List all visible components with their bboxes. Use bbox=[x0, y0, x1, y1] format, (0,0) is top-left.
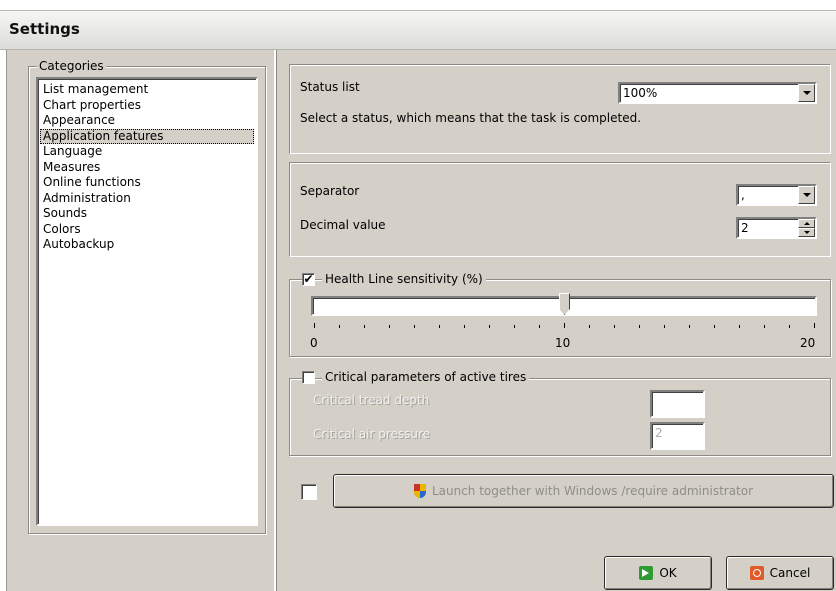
separator-value: , bbox=[741, 188, 745, 202]
chevron-down-icon bbox=[802, 193, 811, 197]
settings-window: Settings Categories List management Chart… bbox=[0, 0, 836, 591]
health-line-legend: Health Line sensitivity (%) bbox=[322, 272, 486, 286]
slider-tick bbox=[714, 325, 715, 328]
slider-tick bbox=[664, 325, 665, 328]
slider-tick bbox=[564, 323, 565, 328]
category-item[interactable]: Sounds bbox=[40, 206, 254, 222]
slider-tick bbox=[814, 323, 815, 328]
cancel-label: Cancel bbox=[769, 566, 811, 580]
slider-tick bbox=[489, 325, 490, 328]
slider-tick bbox=[614, 325, 615, 328]
ok-arrow-icon bbox=[639, 566, 654, 580]
status-description: Select a status, which means that the ta… bbox=[300, 111, 642, 125]
slider-tick bbox=[389, 325, 390, 328]
spin-down-icon bbox=[803, 231, 810, 234]
category-item[interactable]: Appearance bbox=[40, 113, 254, 129]
slider-tick bbox=[414, 325, 415, 328]
categories-listbox[interactable]: List management Chart properties Appearanc… bbox=[36, 77, 258, 526]
category-item[interactable]: Colors bbox=[40, 222, 254, 238]
launch-with-windows-checkbox[interactable] bbox=[301, 484, 317, 500]
category-item[interactable]: Measures bbox=[40, 160, 254, 176]
slider-tick bbox=[739, 325, 740, 328]
category-item[interactable]: Administration bbox=[40, 191, 254, 207]
ok-label: OK bbox=[659, 566, 677, 580]
launch-with-windows-label: Launch together with Windows /require ad… bbox=[431, 484, 754, 498]
slider-tick bbox=[589, 325, 590, 328]
decimal-value-label: Decimal value bbox=[300, 218, 386, 232]
slider-tick bbox=[689, 325, 690, 328]
status-list-dropdown-button[interactable] bbox=[798, 84, 815, 102]
decimal-spin-buttons bbox=[798, 219, 815, 237]
slider-tick bbox=[539, 325, 540, 328]
slider-tick bbox=[364, 325, 365, 328]
critical-parameters-group bbox=[289, 378, 831, 456]
status-panel bbox=[289, 64, 831, 154]
spin-up-button[interactable] bbox=[798, 219, 815, 228]
slider-tick bbox=[314, 323, 315, 328]
slider-max-label: 20 bbox=[800, 336, 816, 350]
slider-mid-label: 10 bbox=[555, 336, 571, 350]
health-line-checkbox[interactable]: ✔ bbox=[302, 273, 315, 286]
slider-min-label: 0 bbox=[310, 336, 318, 350]
category-item[interactable]: Application features bbox=[40, 128, 254, 144]
launch-with-windows-button[interactable]: Launch together with Windows /require ad… bbox=[333, 474, 834, 508]
critical-tread-depth-label: Critical tread depth bbox=[313, 393, 430, 407]
slider-tick bbox=[639, 325, 640, 328]
critical-parameters-legend: Critical parameters of active tires bbox=[322, 370, 530, 384]
number-format-panel bbox=[289, 162, 831, 257]
separator-select[interactable]: , bbox=[736, 184, 817, 206]
slider-tick bbox=[514, 325, 515, 328]
categories-legend: Categories bbox=[37, 59, 106, 73]
critical-parameters-checkbox[interactable] bbox=[302, 371, 315, 384]
category-item[interactable]: Autobackup bbox=[40, 237, 254, 253]
critical-air-pressure-input[interactable]: 2 bbox=[650, 422, 705, 450]
spin-down-button[interactable] bbox=[798, 228, 815, 237]
category-item[interactable]: Chart properties bbox=[40, 98, 254, 114]
separator-dropdown-button[interactable] bbox=[798, 186, 815, 204]
title-bar[interactable]: Settings bbox=[0, 10, 836, 50]
status-list-select[interactable]: 100% bbox=[618, 82, 817, 104]
category-item[interactable]: Online functions bbox=[40, 175, 254, 191]
category-item[interactable]: List management bbox=[40, 82, 254, 98]
decimal-value: 2 bbox=[741, 221, 749, 235]
slider-tick bbox=[789, 325, 790, 328]
category-item[interactable]: Language bbox=[40, 144, 254, 160]
status-list-label: Status list bbox=[300, 80, 360, 94]
critical-tread-depth-input[interactable] bbox=[650, 390, 705, 418]
spin-up-icon bbox=[803, 222, 810, 225]
uac-shield-icon bbox=[413, 484, 426, 498]
chevron-down-icon bbox=[802, 91, 811, 95]
window-title: Settings bbox=[9, 20, 80, 38]
cancel-power-icon bbox=[749, 566, 764, 580]
slider-tick bbox=[439, 325, 440, 328]
separator-label: Separator bbox=[300, 184, 360, 198]
critical-air-pressure-label: Critical air pressure bbox=[313, 427, 431, 441]
slider-tick bbox=[464, 325, 465, 328]
categories-list: List management Chart properties Appearanc… bbox=[40, 82, 254, 253]
ok-button[interactable]: OK bbox=[604, 556, 712, 590]
slider-tick bbox=[764, 325, 765, 328]
decimal-value-spinner[interactable]: 2 bbox=[736, 217, 817, 239]
cancel-button[interactable]: Cancel bbox=[726, 556, 834, 590]
status-list-value: 100% bbox=[623, 86, 658, 100]
slider-tick bbox=[339, 325, 340, 328]
